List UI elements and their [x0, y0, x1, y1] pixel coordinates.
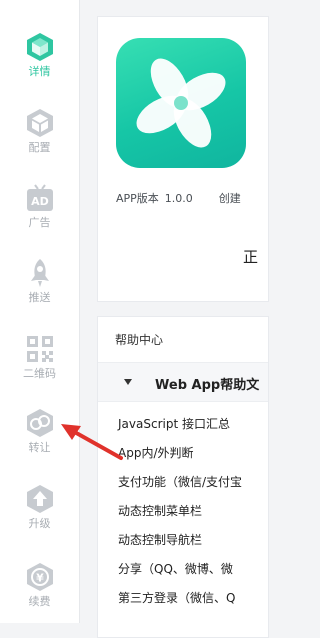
sidebar-item-label: 升级: [28, 517, 51, 530]
sidebar-item-details[interactable]: 详情: [0, 32, 79, 78]
help-section-header[interactable]: Web App帮助文: [98, 362, 268, 402]
app-meta: APP版本 1.0.0 创建: [116, 190, 241, 206]
help-link-nav-bar[interactable]: 动态控制导航栏: [118, 531, 202, 548]
svg-text:AD: AD: [31, 195, 49, 208]
help-link-js-api[interactable]: JavaScript 接口汇总: [118, 415, 230, 432]
help-link-payment[interactable]: 支付功能（微信/支付宝: [118, 473, 242, 490]
app-logo: [116, 38, 246, 168]
help-link-share[interactable]: 分享（QQ、微博、微: [118, 560, 233, 577]
transfer-icon: [26, 409, 53, 437]
app-logo-icon: [136, 58, 226, 148]
help-link-app-detect[interactable]: App内/外判断: [118, 444, 194, 461]
caret-down-icon: [124, 379, 132, 385]
renew-yen-icon: ¥: [26, 563, 53, 591]
app-version-value: 1.0.0: [164, 192, 193, 205]
sidebar-item-label: 二维码: [23, 367, 56, 380]
help-link-third-party-login[interactable]: 第三方登录（微信、Q: [118, 589, 235, 606]
rocket-icon: [30, 259, 49, 287]
sidebar-item-label: 广告: [28, 216, 51, 229]
cube-icon: [26, 33, 53, 61]
sidebar-item-config[interactable]: 配置: [0, 108, 79, 154]
sidebar-item-label: 续费: [28, 595, 51, 608]
qrcode-icon: [26, 336, 53, 362]
sidebar-item-label: 详情: [28, 65, 51, 78]
app-status-text: 正: [243, 248, 259, 266]
sidebar: 详情 配置 AD 广告 推送 二维码 转让 升级 ¥ 续费: [0, 0, 80, 623]
sidebar-item-qrcode[interactable]: 二维码: [0, 334, 79, 380]
sidebar-item-label: 配置: [28, 141, 51, 154]
help-link-menu-bar[interactable]: 动态控制菜单栏: [118, 502, 202, 519]
help-center-title: 帮助中心: [115, 333, 164, 347]
app-version-label: APP版本: [116, 192, 159, 205]
sidebar-item-upgrade[interactable]: 升级: [0, 484, 79, 530]
ad-tv-icon: AD: [26, 184, 53, 211]
sidebar-item-push[interactable]: 推送: [0, 258, 79, 304]
help-section-title: Web App帮助文: [155, 378, 260, 393]
upgrade-icon: [26, 485, 53, 513]
sidebar-item-ads[interactable]: AD 广告: [0, 183, 79, 229]
annotation-arrow-icon: [61, 424, 123, 460]
sidebar-item-renew[interactable]: ¥ 续费: [0, 562, 79, 608]
sidebar-item-label: 推送: [28, 291, 51, 304]
help-center-card: 帮助中心 Web App帮助文 JavaScript 接口汇总 App内/外判断…: [97, 316, 269, 638]
app-info-card: APP版本 1.0.0 创建 正: [97, 16, 269, 302]
svg-text:¥: ¥: [36, 572, 44, 585]
box-icon: [26, 109, 53, 137]
app-created-label: 创建: [218, 192, 241, 205]
